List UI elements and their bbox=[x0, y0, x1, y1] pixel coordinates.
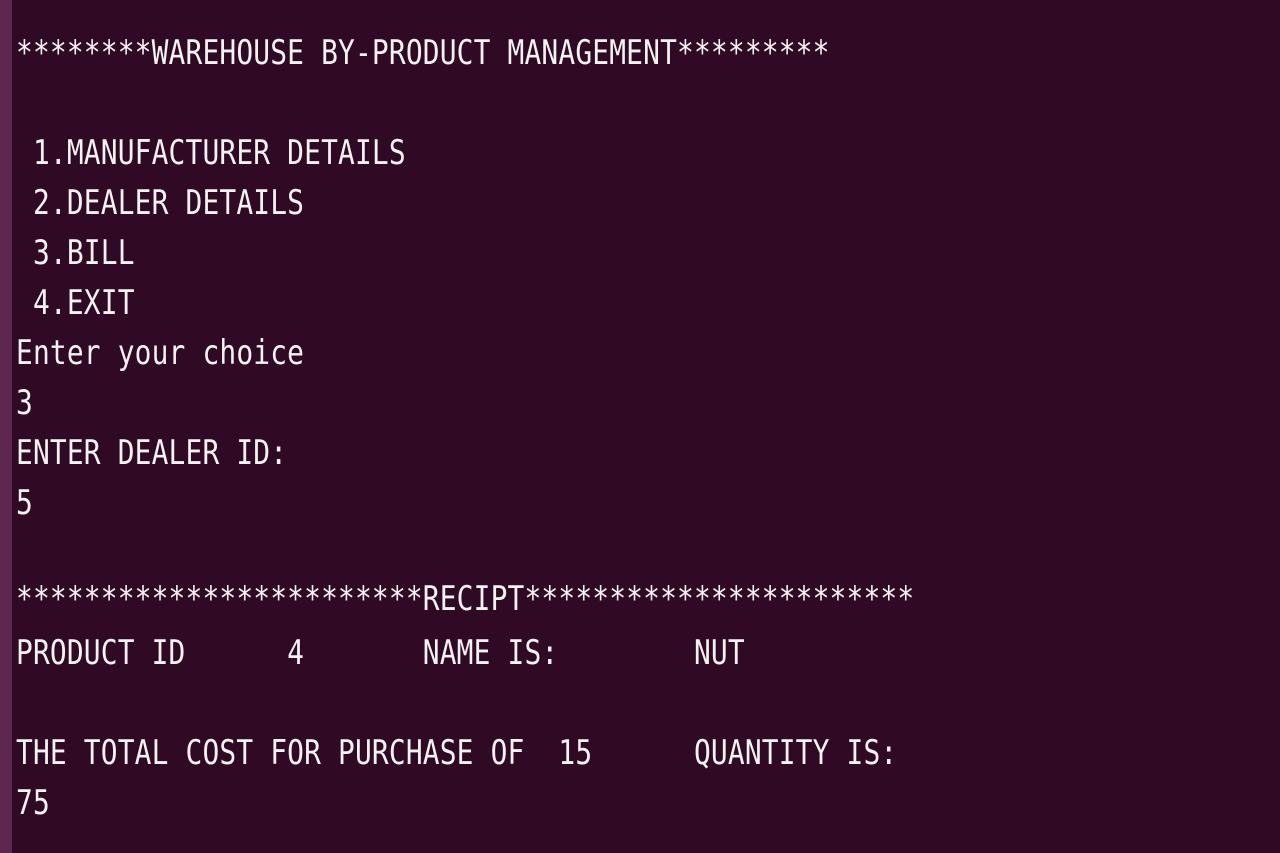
window-edge bbox=[0, 0, 12, 853]
receipt-header: ************************RECIPT**********… bbox=[16, 579, 915, 619]
choice-prompt: Enter your choice bbox=[16, 333, 305, 373]
menu-option-bill: 3.BILL bbox=[16, 233, 135, 273]
menu-title: ********WAREHOUSE BY-PRODUCT MANAGEMENT*… bbox=[16, 33, 830, 73]
dealer-id-input: 5 bbox=[16, 483, 33, 523]
receipt-product-line: PRODUCT ID 4 NAME IS: NUT bbox=[16, 633, 745, 673]
menu-option-dealer: 2.DEALER DETAILS bbox=[16, 183, 305, 223]
receipt-total-line: THE TOTAL COST FOR PURCHASE OF 15 QUANTI… bbox=[16, 733, 898, 773]
receipt-total-value: 75 bbox=[16, 783, 50, 823]
menu-option-manufacturer: 1.MANUFACTURER DETAILS bbox=[16, 133, 406, 173]
terminal-window[interactable]: ********WAREHOUSE BY-PRODUCT MANAGEMENT*… bbox=[0, 0, 1280, 853]
dealer-id-prompt: ENTER DEALER ID: bbox=[16, 433, 288, 473]
choice-input: 3 bbox=[16, 383, 33, 423]
menu-option-exit: 4.EXIT bbox=[16, 283, 135, 323]
